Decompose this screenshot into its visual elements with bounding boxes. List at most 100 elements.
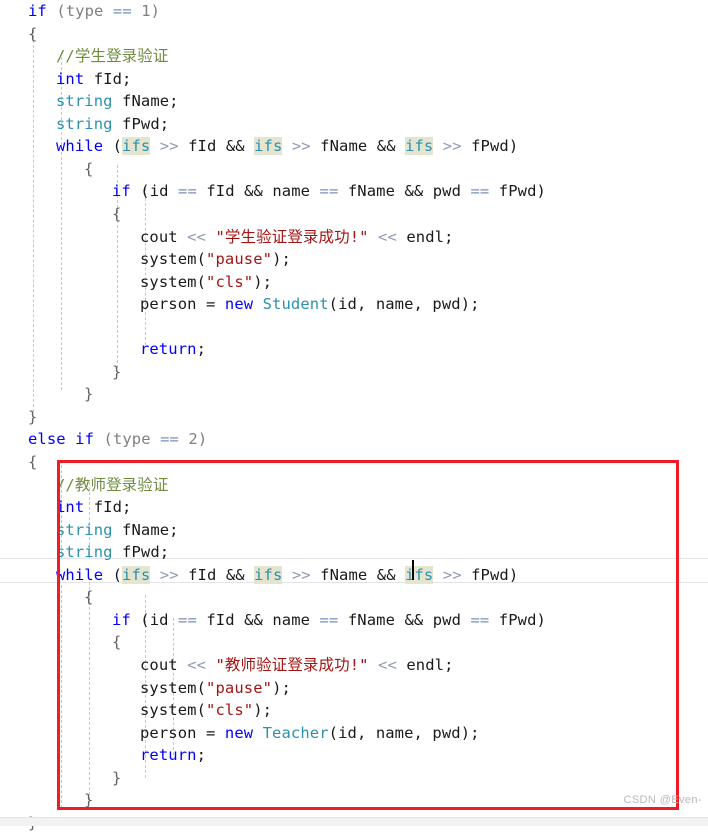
code-line[interactable]: string fPwd; (0, 113, 708, 136)
code-line[interactable]: } (0, 789, 708, 812)
code-token: >> (159, 565, 179, 584)
code-line[interactable]: system("cls"); (0, 271, 708, 294)
code-token: == (470, 610, 490, 629)
code-token: >> (291, 565, 311, 584)
code-line[interactable]: return; (0, 338, 708, 361)
code-line[interactable]: //学生登录验证 (0, 45, 708, 68)
code-token: ; (196, 746, 207, 765)
code-line[interactable]: if (type == 1) (0, 0, 708, 23)
code-token: ( (56, 2, 66, 20)
code-token: << (378, 655, 397, 674)
code-line[interactable]: int fId; (0, 496, 708, 519)
code-line[interactable]: { (0, 586, 708, 609)
code-line[interactable]: { (0, 23, 708, 46)
code-token: fId && (178, 565, 255, 584)
code-token: "pause" (206, 250, 273, 269)
code-line[interactable]: string fName; (0, 519, 708, 542)
code-token: return (140, 340, 197, 359)
code-line[interactable]: { (0, 158, 708, 181)
code-line[interactable]: } (0, 767, 708, 790)
code-token: ); (272, 678, 291, 697)
code-token: >> (159, 137, 179, 156)
code-token: } (112, 362, 122, 381)
code-line[interactable]: person = new Student(id, name, pwd); (0, 293, 708, 316)
code-line[interactable]: system("cls"); (0, 699, 708, 722)
code-token: type (112, 430, 151, 449)
code-line[interactable]: if (id == fId && name == fName && pwd ==… (0, 180, 708, 203)
code-token: int (56, 69, 85, 88)
code-token: system( (140, 272, 207, 291)
code-line[interactable]: int fId; (0, 68, 708, 91)
code-token: ( (103, 137, 123, 156)
code-token: string (56, 543, 113, 562)
code-line[interactable]: while (ifs >> fId && ifs >> fName && ifs… (0, 564, 708, 587)
code-token: int (56, 498, 85, 517)
code-line[interactable]: system("pause"); (0, 677, 708, 700)
code-token: == (160, 430, 179, 449)
code-token: { (28, 453, 38, 471)
code-token: >> (442, 565, 462, 584)
code-line[interactable]: //教师登录验证 (0, 474, 708, 497)
code-token: << (187, 227, 207, 246)
code-line[interactable]: { (0, 451, 708, 474)
code-token: if (28, 2, 47, 20)
code-line[interactable]: { (0, 203, 708, 226)
code-token: fPwd) (461, 137, 519, 156)
code-line[interactable]: { (0, 631, 708, 654)
code-token: fPwd) (461, 565, 519, 584)
code-token: } (84, 385, 94, 404)
code-token: //教师登录验证 (56, 475, 169, 494)
code-token: endl; (396, 227, 454, 246)
code-token: fName && pwd (338, 610, 471, 629)
code-token: string (56, 520, 113, 539)
code-token: fId; (84, 498, 132, 517)
code-line[interactable]: string fPwd; (0, 541, 708, 564)
code-token: (id (130, 610, 179, 629)
code-token: fPwd) (489, 182, 546, 201)
code-token: "学生验证登录成功!" (215, 227, 369, 246)
code-token: ) (197, 430, 208, 449)
code-token: { (84, 159, 94, 178)
code-token: << (187, 655, 207, 674)
code-token: if (112, 182, 131, 201)
code-token: == (178, 610, 197, 629)
code-line[interactable] (0, 316, 708, 339)
code-token: (id, name, pwd); (328, 295, 480, 314)
code-line[interactable]: person = new Teacher(id, name, pwd); (0, 722, 708, 745)
code-token: cout (140, 227, 188, 246)
code-line[interactable]: cout << "教师验证登录成功!" << endl; (0, 654, 708, 677)
code-token: cout (140, 655, 188, 674)
code-line[interactable]: system("pause"); (0, 248, 708, 271)
code-line[interactable]: } (0, 383, 708, 406)
code-token: fId && name (196, 610, 320, 629)
code-line[interactable]: } (0, 406, 708, 429)
code-editor-surface[interactable]: if (type == 1){//学生登录验证 int fId; string fN… (0, 0, 708, 832)
code-token: ; (196, 340, 207, 359)
code-token: else (28, 430, 66, 449)
code-token: string (56, 92, 113, 111)
code-token: "cls" (206, 272, 254, 291)
code-token: ifs (405, 137, 434, 156)
code-line[interactable]: if (id == fId && name == fName && pwd ==… (0, 609, 708, 632)
code-token: ifs (254, 565, 283, 584)
code-line[interactable]: string fName; (0, 90, 708, 113)
code-token: system( (140, 678, 207, 697)
code-token: { (112, 633, 122, 652)
code-line[interactable]: return; (0, 744, 708, 767)
code-token: endl; (396, 655, 454, 674)
code-token: == (319, 182, 339, 201)
code-line[interactable]: else if (type == 2) (0, 428, 708, 451)
code-token: >> (442, 137, 462, 156)
code-line[interactable]: while (ifs >> fId && ifs >> fName && ifs… (0, 135, 708, 158)
code-line[interactable]: } (0, 361, 708, 384)
code-line[interactable]: cout << "学生验证登录成功!" << endl; (0, 226, 708, 249)
code-token: == (319, 610, 339, 629)
code-token: return (140, 746, 197, 765)
